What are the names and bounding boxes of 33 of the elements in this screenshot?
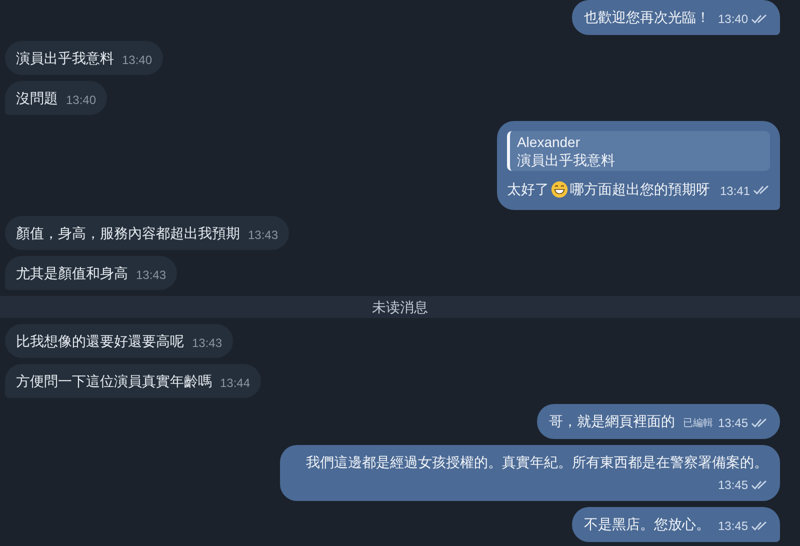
- message-text: 哪方面超出您的預期呀: [570, 180, 710, 199]
- double-check-icon: [751, 480, 768, 490]
- message-time: 13:45: [718, 477, 748, 494]
- message-text: 也歡迎您再次光臨！: [584, 8, 710, 27]
- message-text: 不是黑店。您放心。: [584, 515, 710, 534]
- message-time: 13:41: [720, 183, 750, 200]
- message-text: 演員出乎我意料: [16, 48, 114, 68]
- message-text: 沒問題: [16, 88, 58, 108]
- message-time: 13:45: [718, 518, 748, 535]
- message-time: 13:45: [718, 415, 748, 432]
- double-check-icon: [753, 184, 770, 194]
- message-time: 13:40: [718, 11, 748, 28]
- double-check-icon: [751, 14, 768, 24]
- grinning-face-emoji-icon: [550, 181, 568, 198]
- message-text: 比我想像的還要好還要高呢: [16, 332, 184, 350]
- double-check-icon: [751, 418, 768, 428]
- message-text: 顏值，身高，服務內容都超出我預期: [16, 224, 240, 242]
- double-check-icon: [751, 521, 768, 531]
- message-time: 13:43: [192, 334, 222, 352]
- message-text: 方便問一下這位演員真實年齡嗎: [16, 372, 212, 390]
- message-text: 哥，就是網頁裡面的: [548, 412, 675, 431]
- message-text: 尤其是顏值和身高: [16, 264, 128, 282]
- unread-label: 未读消息: [372, 298, 428, 316]
- message-time: 13:40: [66, 92, 96, 108]
- quote-text: 演員出乎我意料: [516, 151, 616, 169]
- quote-author: Alexander: [516, 133, 582, 151]
- message-text: 太好了: [506, 180, 549, 199]
- message-time: 13:43: [248, 226, 278, 244]
- message-text: 我們這邊都是經過女孩授權的。真實年紀。所有東西都是在警察署備案的。: [306, 453, 768, 472]
- message-time: 13:44: [220, 374, 250, 392]
- message-time: 13:43: [136, 266, 166, 284]
- edited-label: 已編輯: [682, 416, 713, 430]
- message-time: 13:40: [122, 52, 152, 68]
